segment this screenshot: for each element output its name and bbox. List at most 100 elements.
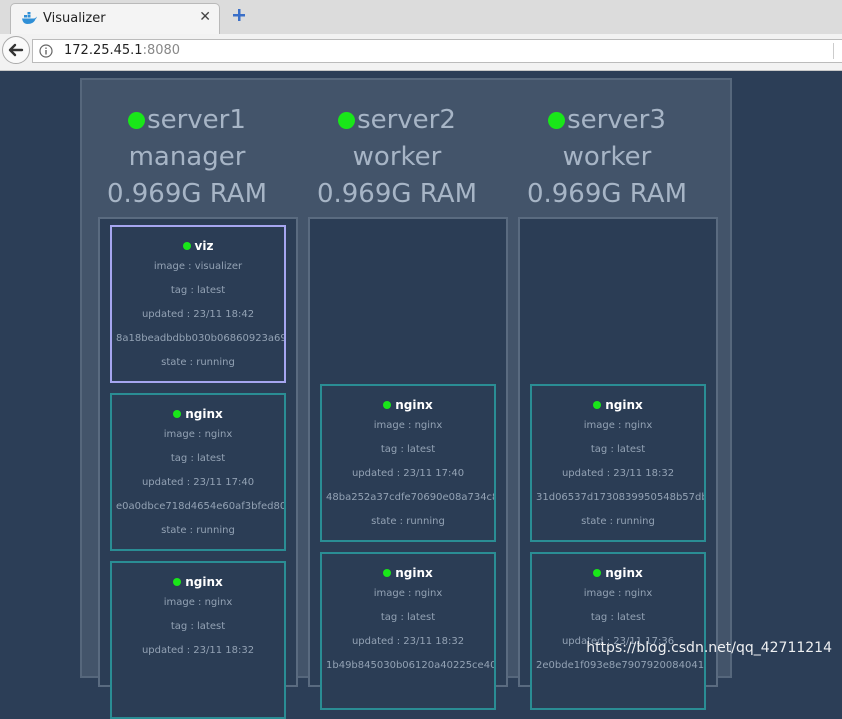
- task-status-dot: [593, 401, 602, 409]
- task-updated: updated : 23/11 17:40: [141, 477, 255, 488]
- task-name-row: nginx: [112, 405, 284, 423]
- task-id: 48ba252a37cdfe70690e08a734c84: [326, 492, 494, 503]
- task-state: state : running: [581, 516, 655, 527]
- node-name-row: server3: [502, 102, 712, 139]
- task-name-row: nginx: [532, 396, 704, 414]
- node-ram: 0.969G RAM: [316, 179, 478, 209]
- node-role: worker: [352, 142, 442, 172]
- task-state: state : running: [161, 357, 235, 368]
- node-name: server1: [147, 105, 246, 135]
- task-status-dot: [593, 569, 602, 577]
- task-card-nginx[interactable]: nginx image : nginx tag : latest updated…: [530, 552, 706, 710]
- visualizer-area: server1 manager 0.969G RAM viz image : v…: [0, 71, 842, 719]
- task-name-row: nginx: [112, 573, 284, 591]
- node-task-list: nginx image : nginx tag : latest updated…: [518, 217, 718, 710]
- node-status-dot: [128, 112, 146, 129]
- node-status-dot: [338, 112, 356, 129]
- task-name: nginx: [185, 407, 223, 421]
- docker-whale-icon: [22, 12, 37, 24]
- node-role: manager: [128, 142, 246, 172]
- task-id: 1b49b845030b06120a40225ce402: [326, 660, 494, 671]
- task-tag: tag : latest: [590, 444, 646, 455]
- task-status-dot: [383, 401, 392, 409]
- url-bar[interactable]: 172.25.45.1:8080: [32, 39, 842, 63]
- node-role: worker: [562, 142, 652, 172]
- task-card-nginx[interactable]: nginx image : nginx tag : latest updated…: [530, 384, 706, 542]
- blog-watermark: https://blog.csdn.net/qq_42711214: [586, 640, 832, 656]
- node-header: server1 manager 0.969G RAM: [82, 102, 292, 213]
- node-task-list: viz image : visualizer tag : latest upda…: [98, 217, 298, 719]
- task-status-dot: [383, 569, 392, 577]
- node-status-dot: [548, 112, 566, 129]
- url-port: :8080: [142, 43, 181, 58]
- task-state: [322, 678, 494, 702]
- tab-title: Visualizer: [43, 11, 106, 26]
- task-name: nginx: [605, 566, 643, 580]
- node-name: server2: [357, 105, 456, 135]
- task-card-nginx[interactable]: nginx image : nginx tag : latest updated…: [110, 561, 286, 719]
- tab-visualizer[interactable]: Visualizer ✕: [10, 3, 220, 34]
- back-button[interactable]: [2, 36, 30, 64]
- node-header: server3 worker 0.969G RAM: [502, 102, 712, 213]
- tab-strip: Visualizer ✕: [0, 0, 842, 35]
- task-image: image : visualizer: [153, 261, 243, 272]
- task-state: state : running: [161, 525, 235, 536]
- task-tag: tag : latest: [170, 453, 226, 464]
- task-id: e0a0dbce718d4654e60af3bfed806: [116, 501, 284, 512]
- url-text[interactable]: 172.25.45.1:8080: [64, 43, 180, 58]
- task-updated: updated : 23/11 17:40: [351, 468, 465, 479]
- task-name: nginx: [185, 575, 223, 589]
- task-image: image : nginx: [163, 429, 233, 440]
- task-card-nginx[interactable]: nginx image : nginx tag : latest updated…: [320, 552, 496, 710]
- task-image: image : nginx: [583, 420, 653, 431]
- task-tag: tag : latest: [170, 285, 226, 296]
- task-name: nginx: [605, 398, 643, 412]
- task-status-dot: [173, 410, 182, 418]
- node-name-row: server1: [82, 102, 292, 139]
- task-image: image : nginx: [583, 588, 653, 599]
- task-name-row: nginx: [322, 396, 494, 414]
- task-name: nginx: [395, 566, 433, 580]
- task-id: 2e0bde1f093e8e7907920084041: [536, 660, 704, 671]
- task-id: 8a18beadbdbb030b06860923a69c: [116, 333, 284, 344]
- node-task-list: nginx image : nginx tag : latest updated…: [308, 217, 508, 710]
- url-host: 172.25.45.1: [64, 43, 143, 58]
- site-info-icon[interactable]: [39, 44, 53, 58]
- task-state: [532, 678, 704, 702]
- task-name: nginx: [395, 398, 433, 412]
- task-card-nginx[interactable]: nginx image : nginx tag : latest updated…: [110, 393, 286, 551]
- url-divider: [833, 43, 834, 59]
- new-tab-plus-icon[interactable]: [230, 6, 248, 24]
- task-state: [112, 687, 284, 711]
- task-card-viz[interactable]: viz image : visualizer tag : latest upda…: [110, 225, 286, 383]
- node-ram: 0.969G RAM: [526, 179, 688, 209]
- task-tag: tag : latest: [590, 612, 646, 623]
- back-arrow-icon: [8, 43, 24, 57]
- task-id: 31d06537d1730839950548b57dbb: [536, 492, 704, 503]
- node-ram: 0.969G RAM: [106, 179, 268, 209]
- task-tag: tag : latest: [380, 612, 436, 623]
- task-id: [112, 663, 284, 687]
- task-updated: updated : 23/11 18:32: [351, 636, 465, 647]
- task-state: state : running: [371, 516, 445, 527]
- task-image: image : nginx: [373, 420, 443, 431]
- task-status-dot: [173, 578, 182, 586]
- task-updated: updated : 23/11 18:32: [141, 645, 255, 656]
- task-image: image : nginx: [163, 597, 233, 608]
- task-tag: tag : latest: [380, 444, 436, 455]
- task-tag: tag : latest: [170, 621, 226, 632]
- navigation-bar: 172.25.45.1:8080: [0, 34, 842, 71]
- node-name: server3: [567, 105, 666, 135]
- task-name-row: viz: [112, 237, 284, 255]
- node-header: server2 worker 0.969G RAM: [292, 102, 502, 213]
- tab-close-icon[interactable]: ✕: [199, 9, 211, 25]
- task-name-row: nginx: [532, 564, 704, 582]
- node-name-row: server2: [292, 102, 502, 139]
- task-updated: updated : 23/11 18:42: [141, 309, 255, 320]
- task-card-nginx[interactable]: nginx image : nginx tag : latest updated…: [320, 384, 496, 542]
- task-status-dot: [182, 242, 191, 250]
- swarm-cluster: server1 manager 0.969G RAM viz image : v…: [80, 78, 732, 719]
- task-name-row: nginx: [322, 564, 494, 582]
- browser-chrome: Visualizer ✕ 172.25.45.1:8080: [0, 0, 842, 71]
- task-image: image : nginx: [373, 588, 443, 599]
